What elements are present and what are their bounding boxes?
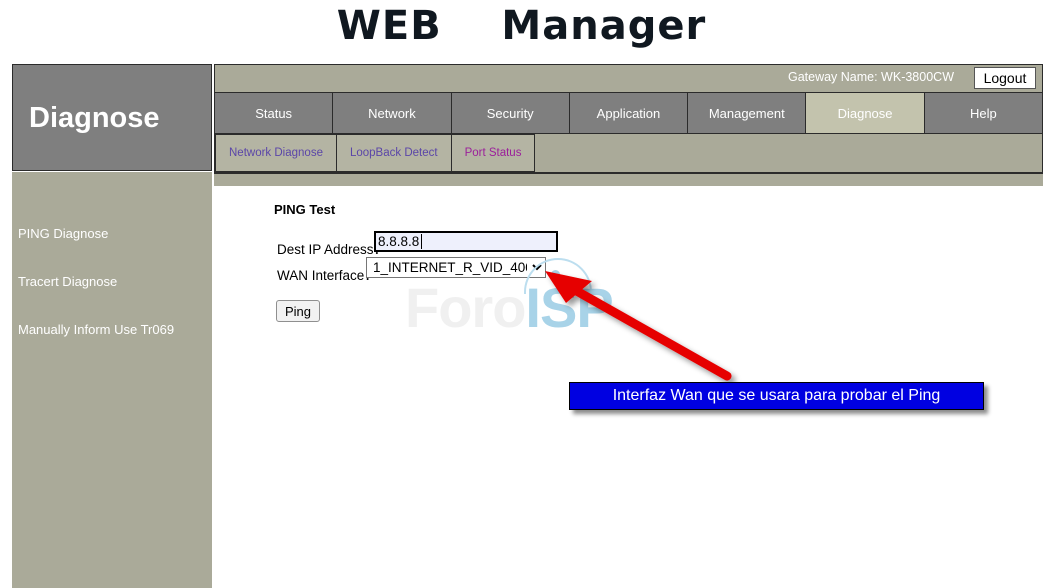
sidebar: PING Diagnose Tracert Diagnose Manually … (12, 172, 212, 588)
tab-application[interactable]: Application (569, 93, 689, 133)
subtab-loopback-detect[interactable]: LoopBack Detect (336, 134, 452, 172)
left-column: Diagnose PING Diagnose Tracert Diagnose … (12, 64, 214, 588)
ping-test-heading: PING Test (274, 202, 336, 217)
main-tab-bar: Status Network Security Application Mana… (214, 92, 1043, 134)
sub-tab-bar: Network Diagnose LoopBack Detect Port St… (214, 134, 1043, 174)
logout-button[interactable]: Logout (974, 67, 1036, 89)
gateway-name-label: Gateway Name: WK-3800CW (787, 70, 954, 84)
page-title: WEB Manager (336, 3, 707, 49)
tab-status[interactable]: Status (215, 93, 334, 133)
subtab-port-status[interactable]: Port Status (451, 134, 536, 172)
right-column: Gateway Name: WK-3800CW Logout Status Ne… (214, 64, 1043, 588)
sidebar-item-ping-diagnose[interactable]: PING Diagnose (18, 226, 212, 241)
dest-ip-input[interactable] (374, 231, 558, 252)
ping-button[interactable]: Ping (276, 300, 320, 322)
tab-security[interactable]: Security (451, 93, 570, 133)
watermark-dot (551, 270, 560, 279)
tab-help[interactable]: Help (924, 93, 1042, 133)
tab-management[interactable]: Management (688, 93, 807, 133)
wan-interface-label: WAN Interface： (277, 268, 378, 283)
section-title: Diagnose (29, 102, 160, 134)
text-cursor (421, 234, 422, 249)
top-bar: Gateway Name: WK-3800CW Logout (214, 64, 1043, 92)
subtab-network-diagnose[interactable]: Network Diagnose (215, 134, 337, 172)
sub-tab-filler (535, 134, 1042, 172)
wan-interface-select[interactable]: 1_INTERNET_R_VID_400 (366, 257, 546, 278)
tab-diagnose[interactable]: Diagnose (806, 93, 925, 133)
app-frame: Diagnose PING Diagnose Tracert Diagnose … (12, 64, 1043, 588)
tab-network[interactable]: Network (333, 93, 452, 133)
tan-spacer-strip (214, 174, 1043, 186)
sidebar-item-tracert-diagnose[interactable]: Tracert Diagnose (18, 274, 212, 289)
dest-ip-label: Dest IP Address： (277, 242, 388, 257)
brand-box: Diagnose (12, 64, 212, 171)
sidebar-item-manually-inform-tr069[interactable]: Manually Inform Use Tr069 (18, 322, 212, 337)
callout-label: Interfaz Wan que se usara para probar el… (569, 382, 984, 410)
